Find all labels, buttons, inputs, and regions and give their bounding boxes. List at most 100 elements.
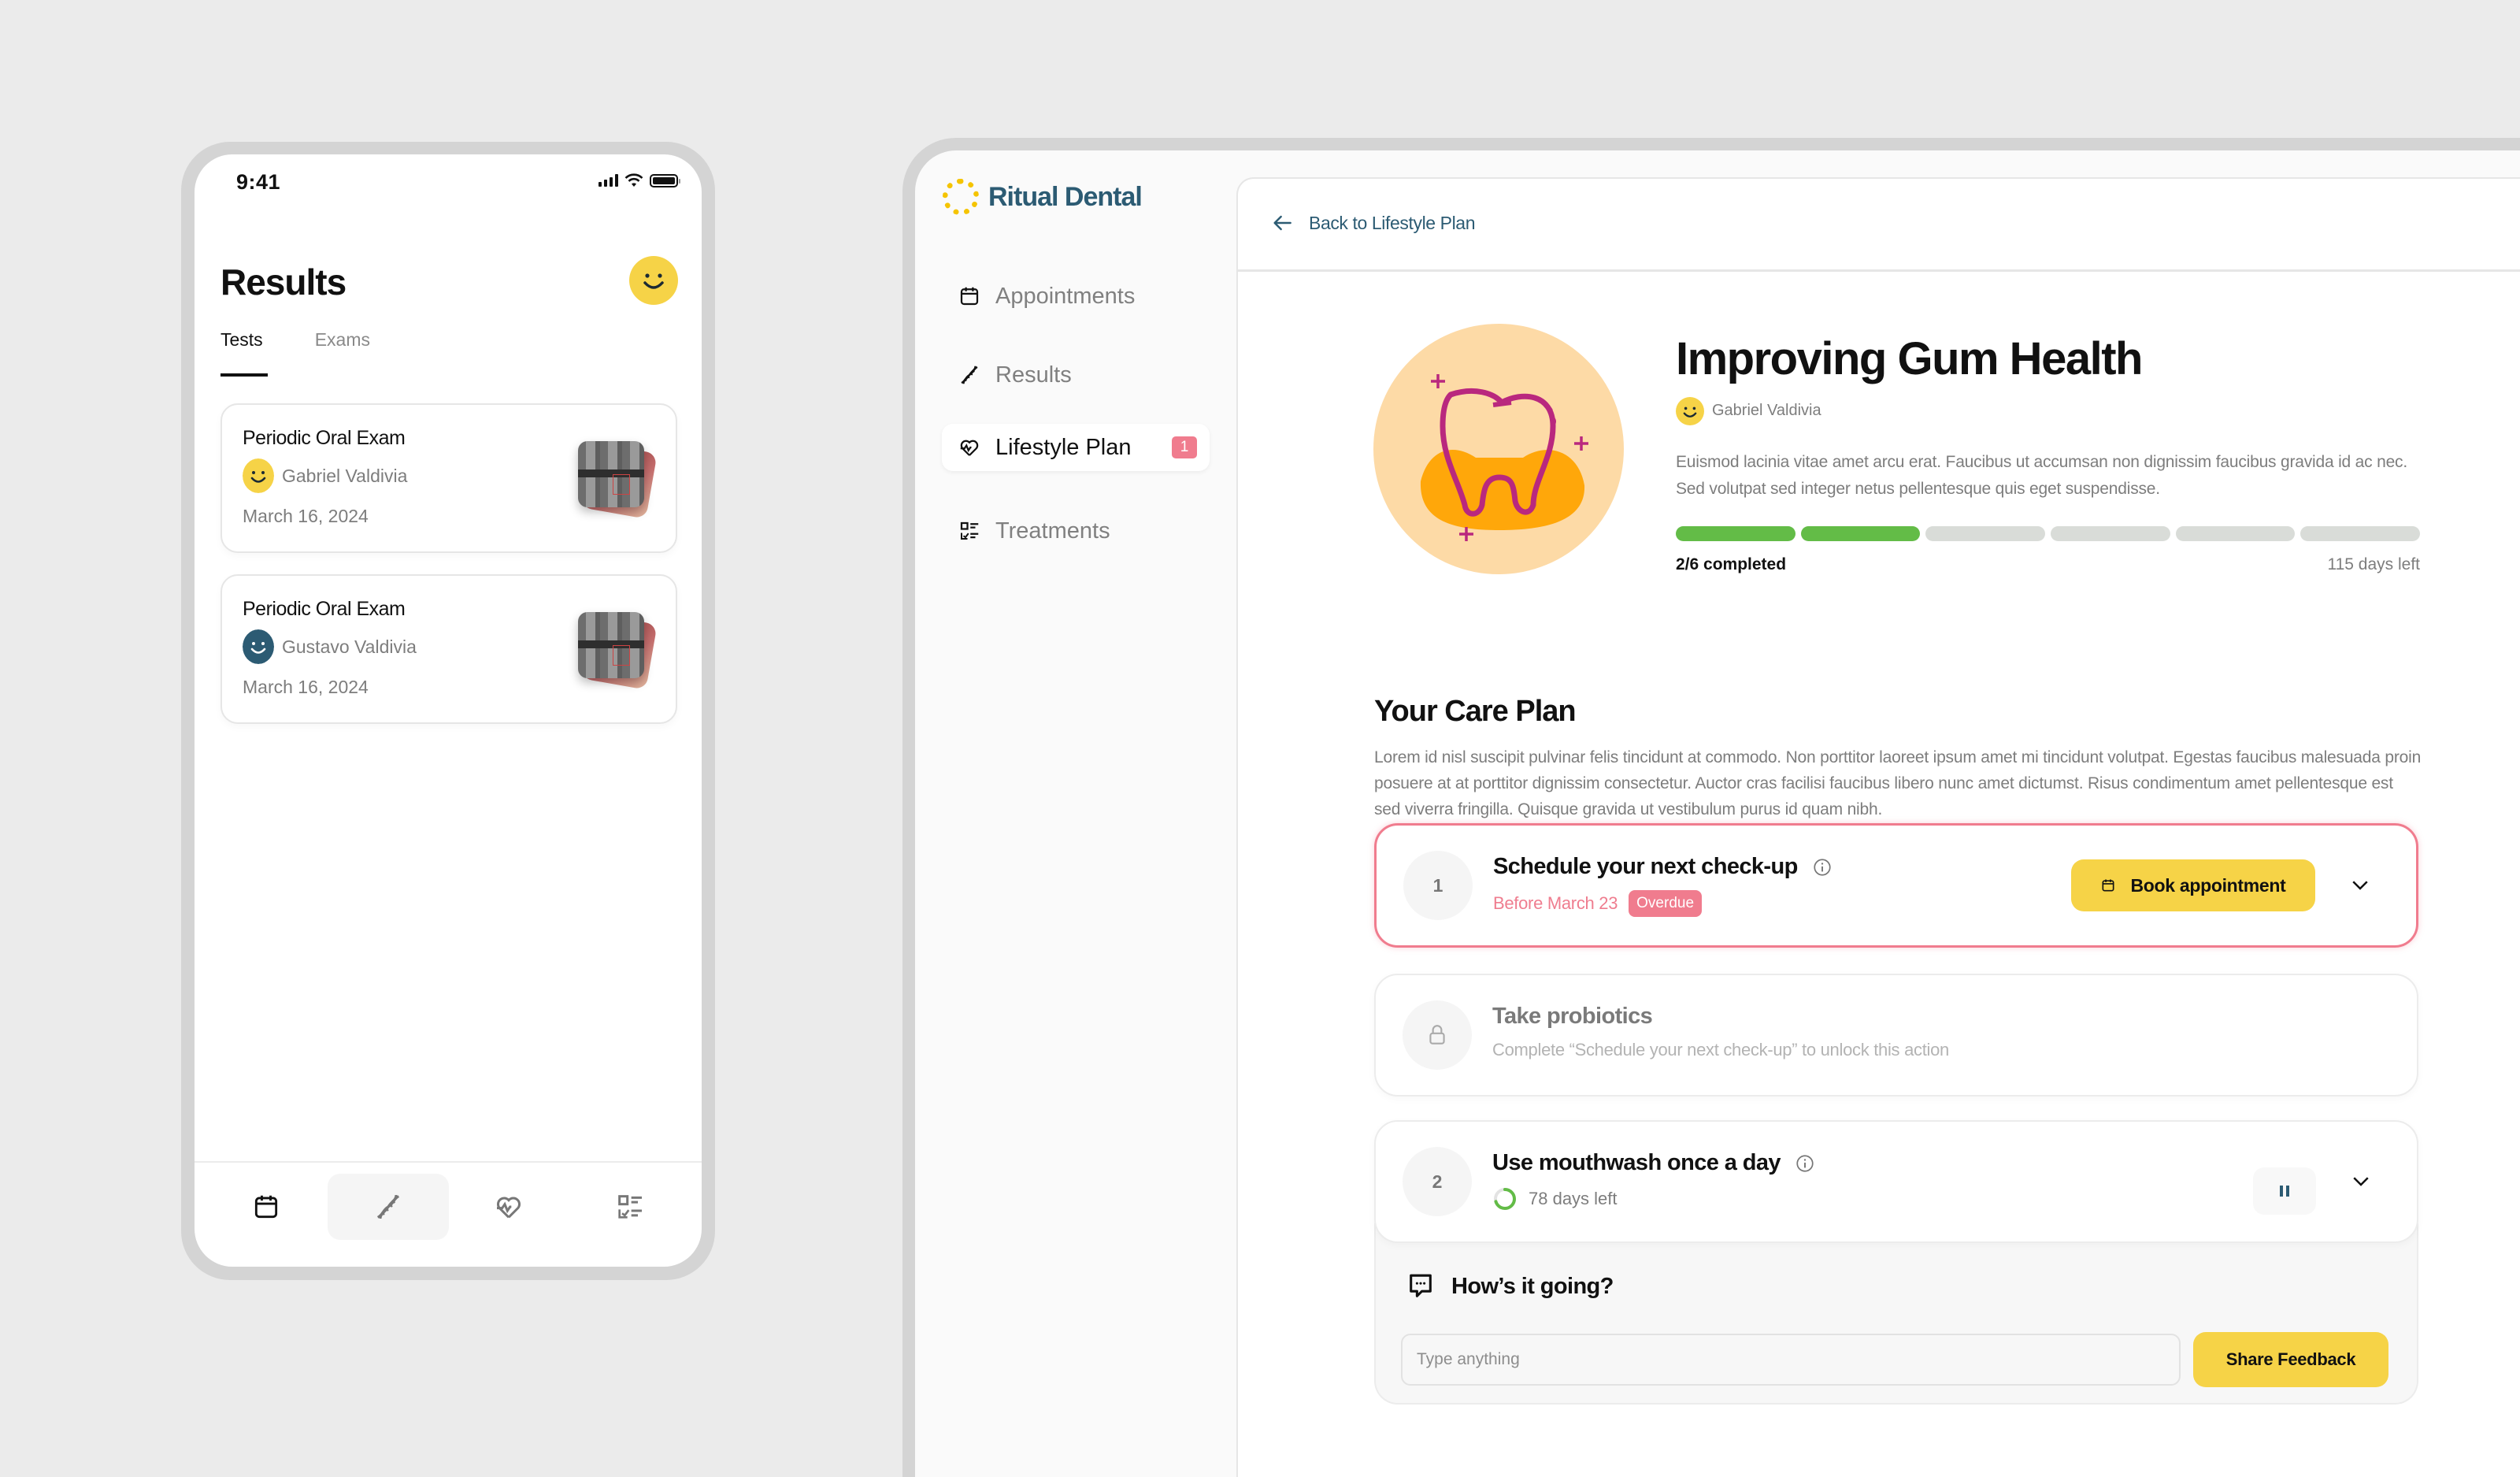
notification-badge: 1 — [1172, 436, 1197, 458]
bottom-nav-results[interactable] — [328, 1174, 449, 1240]
sidebar-item-treatments[interactable]: Treatments — [942, 507, 1210, 555]
feedback-title: How’s it going? — [1406, 1271, 1614, 1302]
task-lock — [1403, 1000, 1472, 1070]
feedback-title-text: How’s it going? — [1451, 1273, 1614, 1299]
plan-header: Improving Gum Health Gabriel Valdivia Eu… — [1676, 333, 2421, 574]
task-card-checkup: 1 Schedule your next check-up Before Mar… — [1374, 823, 2418, 948]
chat-bubble-icon — [1410, 1274, 1432, 1297]
avatar-smiley-icon — [243, 458, 274, 493]
gum-health-illustration — [1373, 324, 1624, 574]
share-feedback-button[interactable]: Share Feedback — [2193, 1332, 2388, 1387]
checklist-icon — [960, 521, 979, 540]
task-title: Schedule your next check-up — [1493, 854, 1833, 880]
bottom-nav-lifestyle-plan[interactable] — [448, 1174, 569, 1240]
result-card-person: Gustavo Valdivia — [243, 629, 417, 664]
result-card-date: March 16, 2024 — [243, 677, 369, 697]
feedback-panel: How’s it going? Share Feedback — [1374, 1223, 2418, 1405]
info-icon[interactable] — [1812, 857, 1833, 878]
bottom-nav — [195, 1174, 702, 1240]
progress-segment — [1800, 525, 1921, 541]
avatar-smiley-icon — [243, 629, 274, 664]
task-subtitle: 78 days left — [1492, 1186, 1618, 1212]
tablet-frame: Ritual Dental Appointments Results Lifes… — [902, 138, 2520, 1477]
bottom-nav-treatments[interactable] — [569, 1174, 691, 1240]
task-title: Take probiotics — [1492, 1004, 1653, 1029]
care-plan-description: Lorem id nisl suscipit pulvinar felis ti… — [1374, 748, 2422, 818]
app-window: Ritual Dental Appointments Results Lifes… — [915, 150, 2520, 1477]
person-name: Gabriel Valdivia — [282, 465, 408, 486]
plan-title: Improving Gum Health — [1676, 333, 2143, 384]
bottom-nav-appointments[interactable] — [206, 1174, 327, 1240]
expand-chevron[interactable] — [2348, 1167, 2374, 1194]
pause-icon-bar — [2286, 1186, 2289, 1197]
brand-name: Ritual Dental — [988, 181, 1143, 212]
brand-logo[interactable]: Ritual Dental — [943, 179, 1143, 215]
arrow-left-icon — [1273, 215, 1292, 231]
plan-description: Euismod lacinia vitae amet arcu erat. Fa… — [1676, 452, 2407, 498]
calendar-icon — [960, 287, 979, 306]
back-link-label: Back to Lifestyle Plan — [1309, 212, 1476, 233]
days-left: 115 days left — [2327, 555, 2420, 573]
task-card-probiotics: Take probiotics Complete “Schedule your … — [1374, 974, 2418, 1097]
info-icon[interactable] — [1795, 1153, 1815, 1174]
back-link[interactable]: Back to Lifestyle Plan — [1269, 210, 1475, 236]
progress-segment — [1925, 525, 2046, 541]
calendar-icon — [254, 1195, 278, 1219]
task-number: 1 — [1403, 851, 1473, 920]
top-bar: Back to Lifestyle Plan — [1238, 179, 2520, 272]
plan-progress-meta: 2/6 completed 115 days left — [1676, 555, 2420, 574]
page-title: Results — [220, 262, 346, 302]
dna-icon — [376, 1194, 400, 1219]
result-card[interactable]: Periodic Oral Exam Gabriel Valdivia Marc… — [220, 403, 677, 553]
battery-icon — [650, 173, 680, 187]
sidebar-item-label: Lifestyle Plan — [995, 434, 1132, 460]
result-card-title: Periodic Oral Exam — [243, 427, 406, 449]
sidebar-item-results[interactable]: Results — [942, 351, 1210, 399]
task-card-mouthwash: 2 Use mouthwash once a day 78 days left — [1374, 1120, 2418, 1243]
task-due-date: Before March 23 — [1493, 893, 1618, 913]
expand-chevron[interactable] — [2347, 871, 2374, 898]
plan-progress-bar — [1676, 525, 2421, 541]
calendar-icon — [2102, 879, 2114, 892]
bottom-nav-divider — [195, 1161, 702, 1163]
tab-exams[interactable]: Exams — [315, 329, 370, 351]
overdue-badge: Overdue — [1629, 890, 1703, 917]
sidebar-item-lifestyle-plan[interactable]: Lifestyle Plan 1 — [942, 424, 1210, 471]
tooth-icon — [1420, 374, 1588, 541]
pause-icon-bar — [2280, 1186, 2283, 1197]
status-icons — [598, 173, 680, 187]
wifi-icon — [624, 173, 643, 187]
progress-ring-icon — [1494, 1188, 1516, 1210]
chevron-down-icon — [2353, 1177, 2369, 1186]
avatar-smiley-icon — [1676, 396, 1704, 425]
chevron-down-icon — [2352, 881, 2368, 890]
profile-avatar[interactable] — [629, 256, 678, 305]
sidebar-item-label: Treatments — [995, 518, 1110, 544]
task-days-left: 78 days left — [1529, 1189, 1618, 1208]
main-content: Back to Lifestyle Plan Improving Gum Hea… — [1236, 177, 2520, 1477]
care-plan-title: Your Care Plan — [1374, 695, 1577, 728]
book-appointment-button[interactable]: Book appointment — [2071, 859, 2315, 911]
progress-segment — [2300, 525, 2421, 541]
tab-tests[interactable]: Tests — [220, 329, 263, 351]
active-tab-indicator — [220, 373, 268, 377]
pause-button[interactable] — [2253, 1167, 2316, 1215]
xray-thumbnail — [578, 612, 658, 690]
logo-ring-icon — [943, 179, 979, 215]
result-card[interactable]: Periodic Oral Exam Gustavo Valdivia Marc… — [220, 574, 677, 724]
feedback-input[interactable] — [1401, 1334, 2181, 1386]
task-number: 2 — [1403, 1147, 1472, 1216]
plan-owner: Gabriel Valdivia — [1676, 396, 2420, 425]
sidebar-item-appointments[interactable]: Appointments — [942, 273, 1210, 320]
phone-frame: 9:41 Results Tests Exams Periodic Oral E… — [181, 142, 715, 1280]
tab-bar: Tests Exams — [220, 329, 370, 351]
task-title-text: Use mouthwash once a day — [1492, 1150, 1781, 1175]
checklist-icon — [618, 1195, 642, 1219]
book-appointment-label: Book appointment — [2130, 874, 2286, 896]
progress-segment — [2051, 525, 2170, 541]
plan-owner-name: Gabriel Valdivia — [1712, 402, 1821, 420]
task-title-text: Schedule your next check-up — [1493, 854, 1798, 879]
sidebar-item-label: Results — [995, 362, 1072, 388]
result-card-person: Gabriel Valdivia — [243, 458, 407, 493]
smiley-icon — [643, 273, 664, 289]
